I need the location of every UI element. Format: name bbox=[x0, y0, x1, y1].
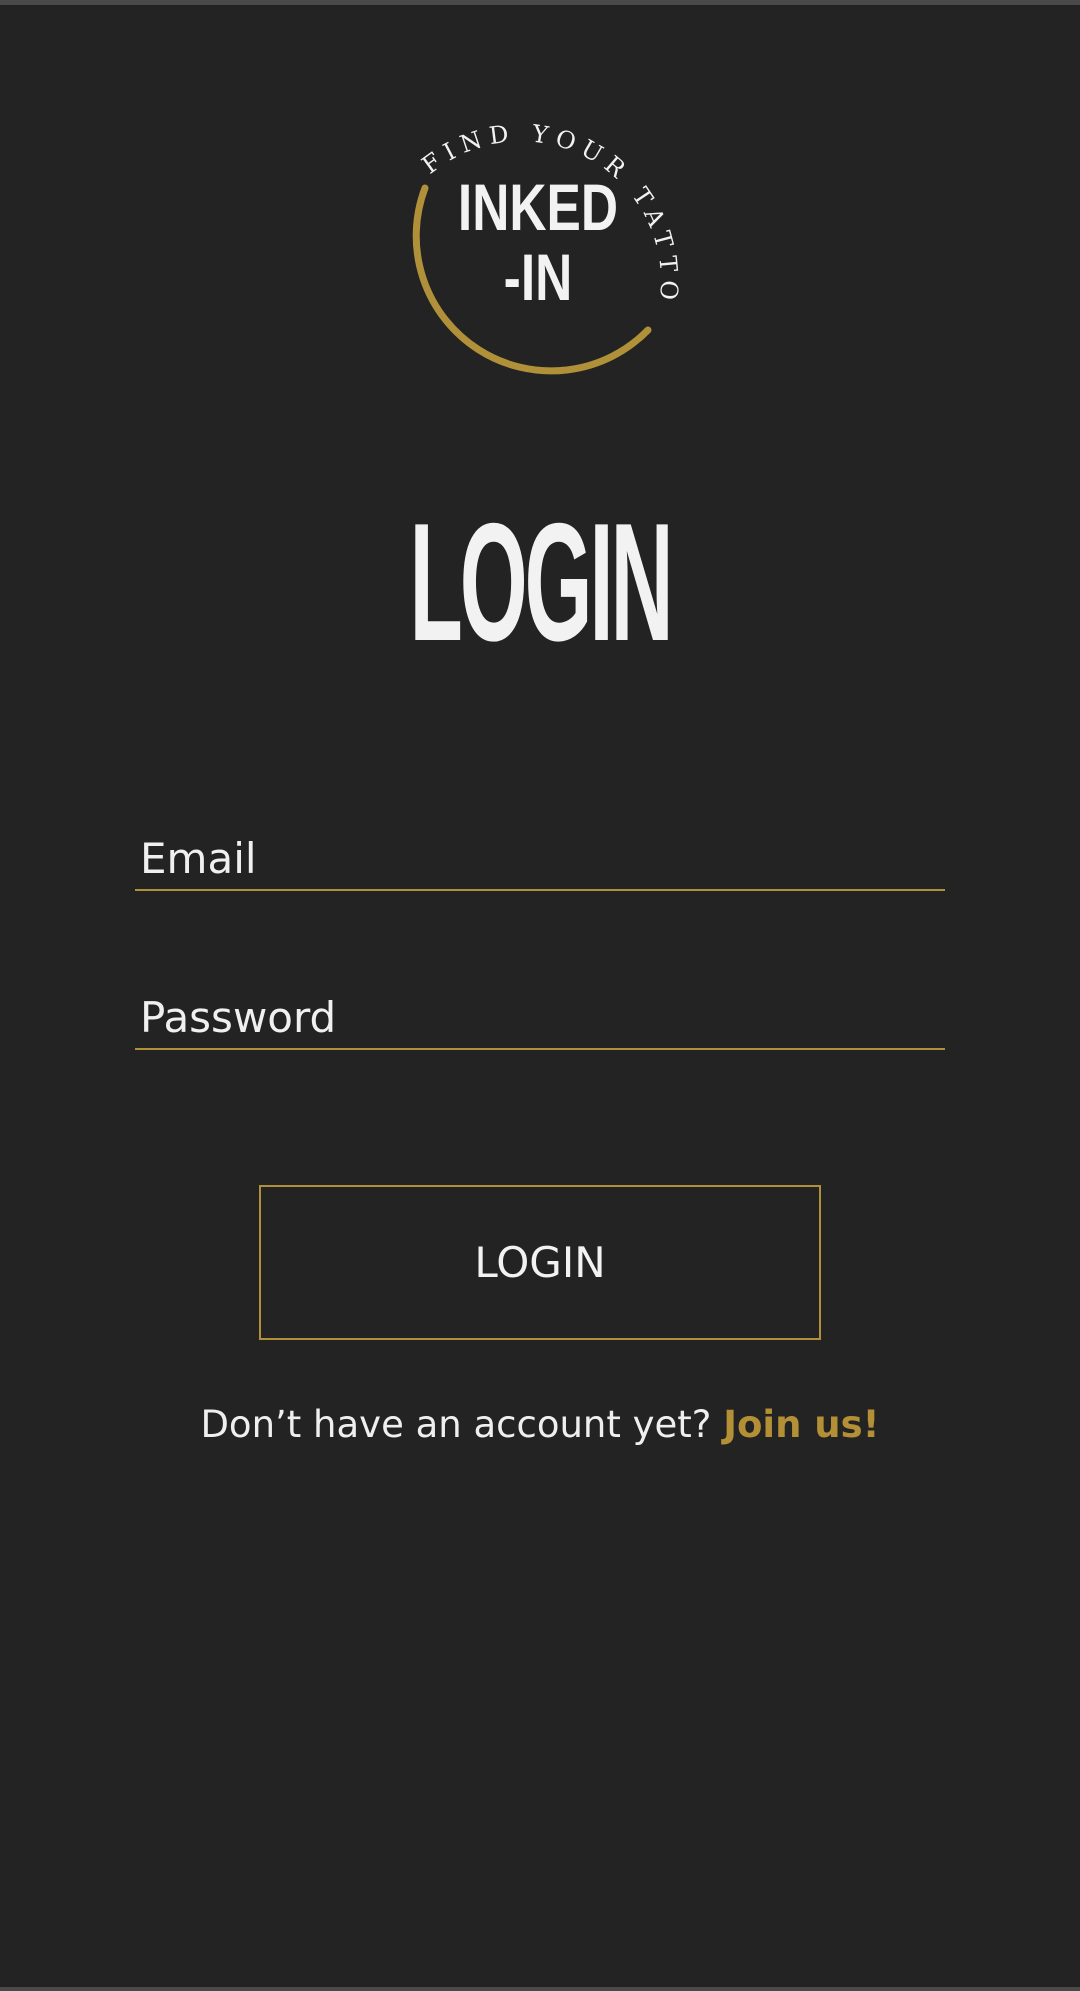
login-button[interactable]: LOGIN bbox=[259, 1185, 821, 1340]
logo-line1: INKED bbox=[458, 170, 618, 245]
inked-in-logo: FIND YOUR TATTOOER INKED -IN bbox=[390, 90, 690, 410]
logo-line2: -IN bbox=[504, 240, 573, 315]
password-field[interactable] bbox=[135, 988, 945, 1050]
top-edge-divider bbox=[0, 0, 1080, 5]
signup-prompt-text: Don’t have an account yet? bbox=[200, 1403, 712, 1446]
join-us-link[interactable]: Join us! bbox=[723, 1403, 879, 1446]
email-field[interactable] bbox=[135, 829, 945, 891]
logo-graphic: FIND YOUR TATTOOER INKED -IN bbox=[390, 90, 677, 375]
signup-prompt: Don’t have an account yet? Join us! bbox=[0, 1400, 1080, 1450]
bottom-edge-divider bbox=[0, 1987, 1080, 1991]
email-input[interactable] bbox=[140, 833, 930, 883]
password-input[interactable] bbox=[140, 992, 930, 1042]
page-title: LOGIN bbox=[409, 488, 673, 676]
